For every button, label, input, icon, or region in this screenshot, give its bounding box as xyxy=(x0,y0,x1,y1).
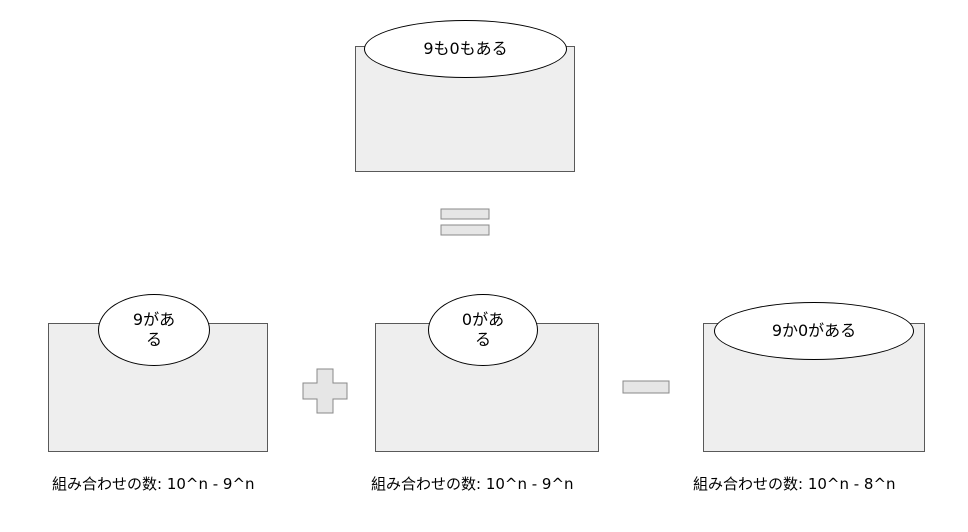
set-0-label: 0がある xyxy=(461,310,505,349)
set-0-ellipse: 0がある xyxy=(428,294,538,366)
set-9-or-0-ellipse: 9か0がある xyxy=(714,302,914,360)
set-9-or-0-label: 9か0がある xyxy=(771,321,857,340)
plus-icon xyxy=(302,368,348,414)
set-9-ellipse: 9がある xyxy=(98,294,210,366)
minus-icon xyxy=(622,380,670,394)
set-9-or-0-caption: 組み合わせの数: 10^n - 8^n xyxy=(693,475,896,493)
set-9-caption: 組み合わせの数: 10^n - 9^n xyxy=(52,475,255,493)
set-0-caption: 組み合わせの数: 10^n - 9^n xyxy=(371,475,574,493)
top-set-ellipse: 9も0もある xyxy=(364,20,567,78)
equals-icon xyxy=(440,208,490,236)
set-9-label: 9がある xyxy=(132,310,176,349)
top-set-label: 9も0もある xyxy=(423,39,508,58)
